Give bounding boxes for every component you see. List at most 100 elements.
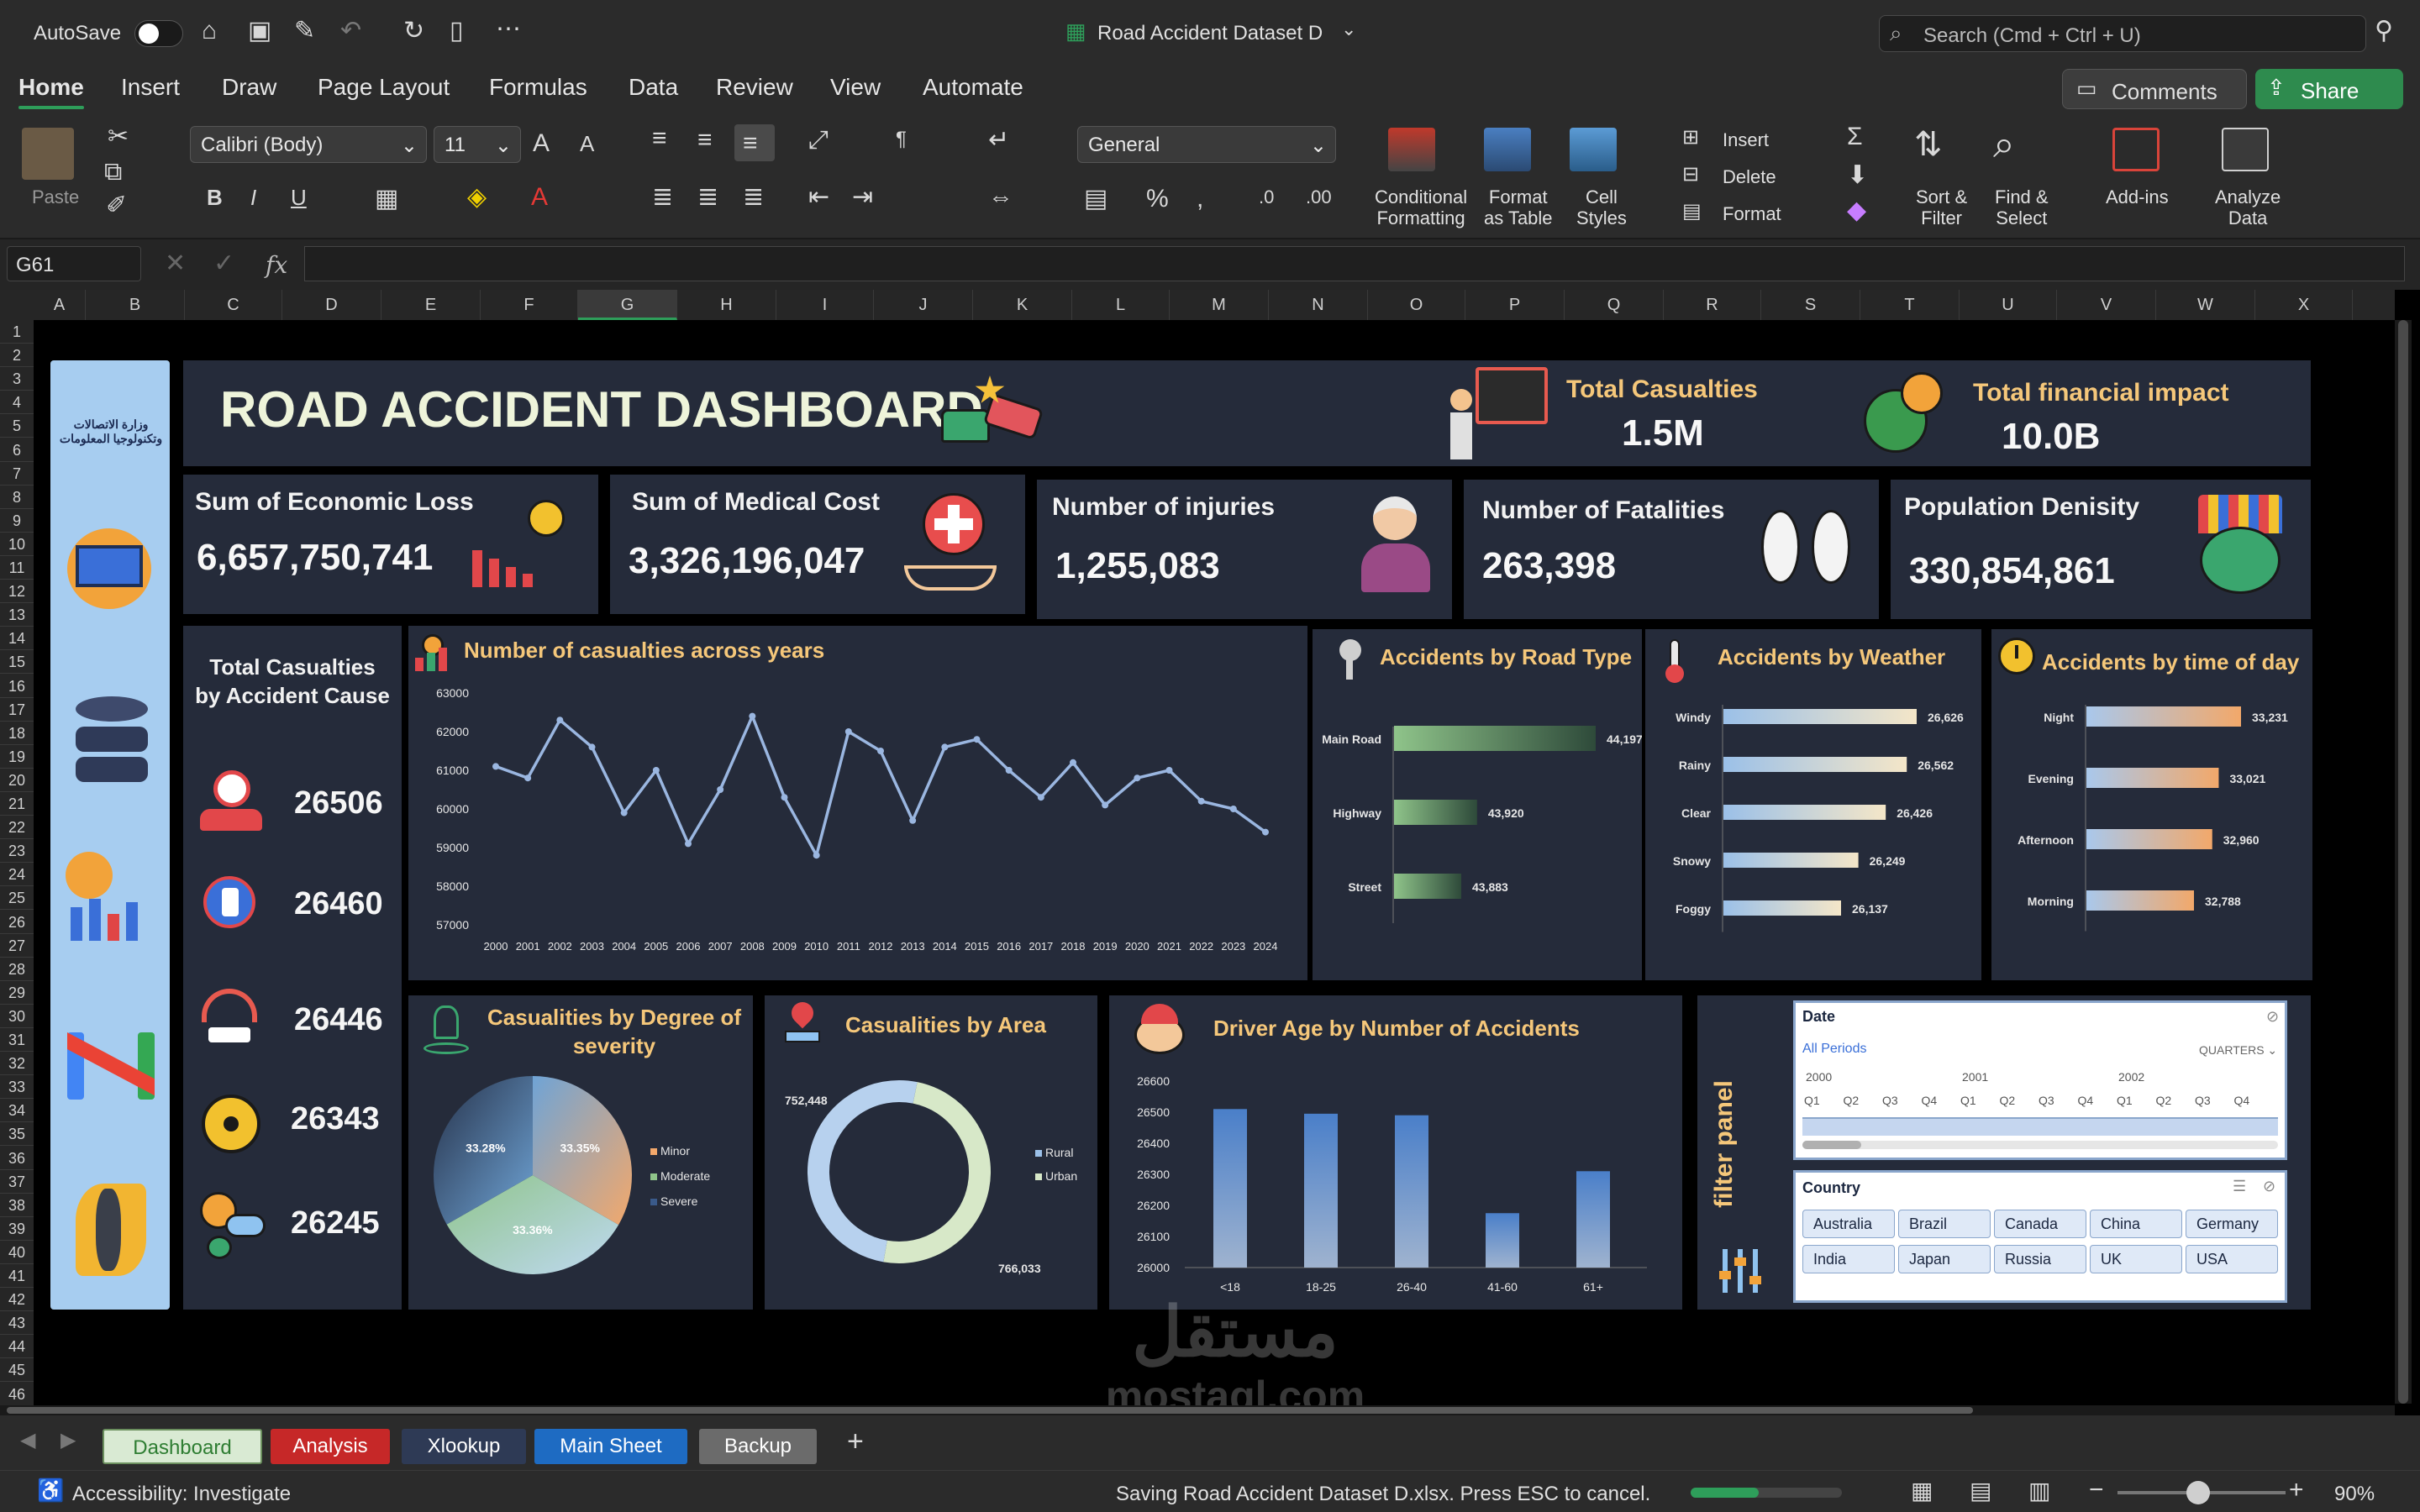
row-header[interactable]: 17 [0,697,34,722]
country-option[interactable]: Brazil [1898,1210,1991,1238]
paste-icon[interactable] [22,128,74,180]
conditional-formatting-label[interactable]: Conditional Formatting [1375,186,1467,229]
tab-draw[interactable]: Draw [222,74,276,101]
cell-styles-label[interactable]: Cell Styles [1576,186,1627,229]
align-left-icon[interactable]: ≣ [652,185,673,210]
row-header[interactable]: 37 [0,1169,34,1194]
redo-icon[interactable]: ↻ [403,18,424,44]
row-header[interactable]: 10 [0,532,34,556]
column-header[interactable]: K [973,290,1072,320]
timeline-level-select[interactable]: QUARTERS ⌄ [2199,1043,2277,1058]
format-as-table-label[interactable]: Format as Table [1484,186,1553,229]
tab-review[interactable]: Review [716,74,793,101]
column-header[interactable]: C [185,290,282,320]
row-header[interactable]: 33 [0,1075,34,1100]
decrease-font-icon[interactable]: A [580,133,594,155]
timeline-quarter[interactable]: Q1 [1960,1094,1976,1107]
autosum-icon[interactable]: Σ [1847,124,1863,150]
analyze-data-icon[interactable] [2222,128,2269,171]
format-label[interactable]: Format [1723,203,1781,224]
autosave-toggle[interactable] [134,20,183,47]
home-icon[interactable]: ⌂ [202,18,217,44]
function-icon[interactable]: fx [266,251,287,279]
row-header[interactable]: 20 [0,768,34,792]
column-header[interactable]: F [481,290,578,320]
number-format-select[interactable]: General ⌄ [1077,126,1336,163]
timeline-quarter[interactable]: Q2 [2000,1094,2016,1107]
timeline-quarter[interactable]: Q3 [2195,1094,2211,1107]
country-option[interactable]: USA [2186,1245,2278,1273]
delete-label[interactable]: Delete [1723,166,1776,187]
tab-home[interactable]: Home [18,74,84,109]
country-slicer[interactable]: Country ☰ ⊘ Australia Brazil Canada China Ge… [1793,1170,2287,1303]
document-title[interactable]: Road Accident Dataset D [1097,22,1323,45]
increase-font-icon[interactable]: A [533,131,550,156]
row-header[interactable]: 2 [0,344,34,368]
ministry-logo[interactable]: وزارة الاتصالات وتكنولوجيا المعلومات [57,386,165,470]
align-bottom-button[interactable]: ≡ [734,124,775,161]
rtl-icon[interactable]: ¶ [896,129,907,150]
country-option[interactable]: Australia [1802,1210,1895,1238]
clear-filter-icon[interactable]: ⊘ [2263,1178,2275,1195]
zoom-slider[interactable] [2118,1481,2286,1504]
delete-cells-icon[interactable]: ⊟ [1682,165,1699,185]
cut-icon[interactable]: ✂ [108,124,129,150]
row-header[interactable]: 44 [0,1335,34,1359]
country-option[interactable]: India [1802,1245,1895,1273]
font-color-icon[interactable]: A [531,185,548,210]
row-header[interactable]: 18 [0,721,34,745]
horizontal-scrollbar[interactable] [0,1405,2395,1415]
new-file-icon[interactable]: ▯ [450,18,464,44]
copy-icon[interactable]: ⧉ [104,160,122,185]
analytics-nav-icon[interactable] [66,852,158,944]
account-icon[interactable]: ⚲ [2375,18,2393,44]
find-select-label[interactable]: Find & Select [1995,186,2049,229]
row-header[interactable]: 12 [0,580,34,604]
column-header[interactable]: J [874,290,973,320]
row-header[interactable]: 8 [0,485,34,509]
increase-indent-icon[interactable]: ⇥ [852,185,873,210]
accessibility-icon[interactable]: ♿ [37,1479,64,1501]
comma-icon[interactable]: , [1197,186,1203,212]
column-header[interactable]: S [1761,290,1860,320]
row-header[interactable]: 3 [0,367,34,391]
timeline-quarter[interactable]: Q1 [1804,1094,1820,1107]
country-option[interactable]: UK [2090,1245,2182,1273]
column-header[interactable]: N [1269,290,1368,320]
column-header[interactable]: U [1960,290,2057,320]
row-header[interactable]: 9 [0,508,34,533]
country-option[interactable]: Germany [2186,1210,2278,1238]
row-header[interactable]: 46 [0,1382,34,1406]
row-header[interactable]: 5 [0,414,34,438]
accounting-icon[interactable]: ▤ [1084,186,1107,212]
percent-icon[interactable]: % [1146,186,1169,212]
timeline-quarter[interactable]: Q3 [2039,1094,2054,1107]
select-all-corner[interactable] [0,290,34,320]
fill-icon[interactable]: ⬇ [1847,163,1868,188]
name-box[interactable]: G61 [7,246,141,281]
row-header[interactable]: 39 [0,1216,34,1241]
align-center-icon[interactable]: ≣ [697,185,718,210]
row-header[interactable]: 16 [0,674,34,698]
row-header[interactable]: 45 [0,1358,34,1383]
row-header[interactable]: 29 [0,980,34,1005]
comments-button[interactable]: ▭ Comments [2062,69,2247,109]
tab-data[interactable]: Data [629,74,678,101]
fill-color-icon[interactable]: ◈ [467,185,487,210]
timeline-quarter[interactable]: Q4 [1922,1094,1938,1107]
tab-page-layout[interactable]: Page Layout [318,74,450,101]
row-header[interactable]: 32 [0,1052,34,1076]
row-header[interactable]: 4 [0,391,34,415]
decrease-decimal-icon[interactable]: .00 [1306,188,1332,207]
sheet-tab[interactable]: Analysis [271,1429,390,1464]
column-header[interactable]: W [2156,290,2255,320]
country-option[interactable]: Japan [1898,1245,1991,1273]
row-header[interactable]: 24 [0,863,34,887]
italic-icon[interactable]: I [250,186,256,208]
save-icon[interactable]: ▣ [248,18,271,44]
search-box[interactable]: ⌕ Search (Cmd + Ctrl + U) [1879,15,2366,52]
country-option[interactable]: China [2090,1210,2182,1238]
timeline-quarter[interactable]: Q3 [1882,1094,1898,1107]
find-select-icon[interactable]: ⌕ [1993,124,2015,163]
cell-styles-icon[interactable] [1570,128,1617,171]
